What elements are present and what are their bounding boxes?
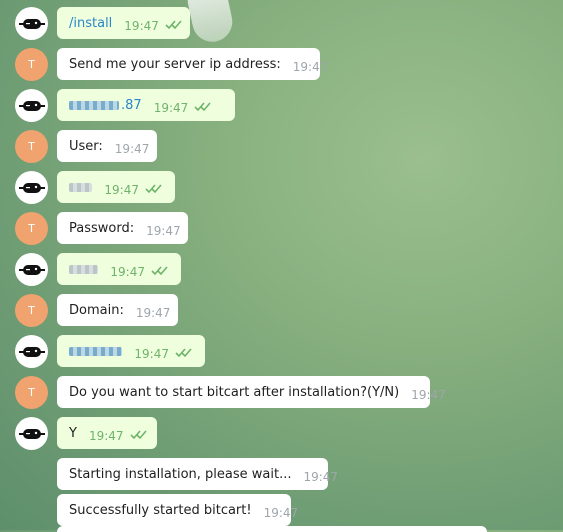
message-bubble[interactable]: .87 19:47 xyxy=(57,89,235,121)
message-time: 19:47 xyxy=(292,60,328,74)
message-time: 19:47 xyxy=(104,183,139,197)
message-text: Do you want to start bitcart after insta… xyxy=(69,384,400,400)
command-link[interactable]: /install xyxy=(69,16,112,31)
message-bubble[interactable]: 19:47 xyxy=(57,171,175,203)
avatar-letter: T xyxy=(28,222,35,235)
partial-next-message xyxy=(57,526,487,532)
avatar-letter: T xyxy=(28,386,35,399)
message-time: 19:47 xyxy=(263,506,299,520)
gamepad-avatar-icon[interactable] xyxy=(15,171,48,204)
chat-history: /install 19:47 T Send me your server ip … xyxy=(0,0,563,532)
user-avatar-t[interactable]: T xyxy=(15,48,48,81)
ip-suffix[interactable]: .87 xyxy=(121,98,142,113)
message-bubble[interactable]: Send me your server ip address: 19:47 xyxy=(57,48,327,80)
double-check-icon xyxy=(129,429,148,444)
message-time: 19:47 xyxy=(153,101,189,115)
message-bubble[interactable]: Password: 19:47 xyxy=(57,212,188,244)
redacted-text xyxy=(69,100,119,110)
message-text: Y xyxy=(69,425,77,441)
user-avatar-t[interactable]: T xyxy=(15,212,48,245)
message-bubble[interactable]: 19:47 xyxy=(57,335,205,367)
message-time: 19:47 xyxy=(135,306,171,320)
message-text: Send me your server ip address: xyxy=(69,56,281,72)
avatar-letter: T xyxy=(28,304,35,317)
message-bubble[interactable]: Domain: 19:47 xyxy=(57,294,178,326)
message-time: 19:47 xyxy=(146,224,181,238)
message-time: 19:47 xyxy=(411,388,446,402)
message-time: 19:47 xyxy=(110,265,145,279)
message-bubble[interactable]: Successfully started bitcart! 19:47 xyxy=(57,494,298,526)
message-bubble[interactable]: Do you want to start bitcart after insta… xyxy=(57,376,446,408)
user-avatar-t[interactable]: T xyxy=(15,294,48,327)
redacted-text xyxy=(69,346,123,356)
double-check-icon xyxy=(145,183,163,198)
redacted-text xyxy=(69,182,93,192)
message-bubble[interactable]: Y 19:47 xyxy=(57,417,157,449)
user-avatar-t[interactable]: T xyxy=(15,130,48,163)
message-bubble[interactable]: /install 19:47 xyxy=(57,7,190,39)
double-check-icon xyxy=(151,265,169,280)
message-time: 19:47 xyxy=(303,470,339,484)
message-text: Domain: xyxy=(69,302,124,318)
gamepad-avatar-icon[interactable] xyxy=(15,417,48,450)
message-bubble[interactable]: User: 19:47 xyxy=(57,130,157,162)
avatar-letter: T xyxy=(28,140,35,153)
gamepad-avatar-icon[interactable] xyxy=(15,89,48,122)
message-text: Successfully started bitcart! xyxy=(69,502,252,518)
message-time: 19:47 xyxy=(124,19,159,33)
user-avatar-t[interactable]: T xyxy=(15,376,48,409)
message-bubble[interactable]: Starting installation, please wait... 19… xyxy=(57,458,338,490)
double-check-icon xyxy=(194,101,212,116)
message-text: Password: xyxy=(69,220,135,236)
gamepad-avatar-icon[interactable] xyxy=(15,335,48,368)
message-bubble[interactable]: 19:47 xyxy=(57,253,181,285)
double-check-icon xyxy=(175,347,193,362)
message-text: User: xyxy=(69,138,103,154)
avatar-letter: T xyxy=(28,58,35,71)
gamepad-avatar-icon[interactable] xyxy=(15,7,48,40)
message-time: 19:47 xyxy=(134,347,169,361)
background-decoration xyxy=(183,0,237,46)
redacted-text xyxy=(69,264,99,274)
double-check-icon xyxy=(165,19,183,34)
message-time: 19:47 xyxy=(114,142,150,156)
message-time: 19:47 xyxy=(88,429,124,443)
message-text: Starting installation, please wait... xyxy=(69,466,292,482)
gamepad-avatar-icon[interactable] xyxy=(15,253,48,286)
